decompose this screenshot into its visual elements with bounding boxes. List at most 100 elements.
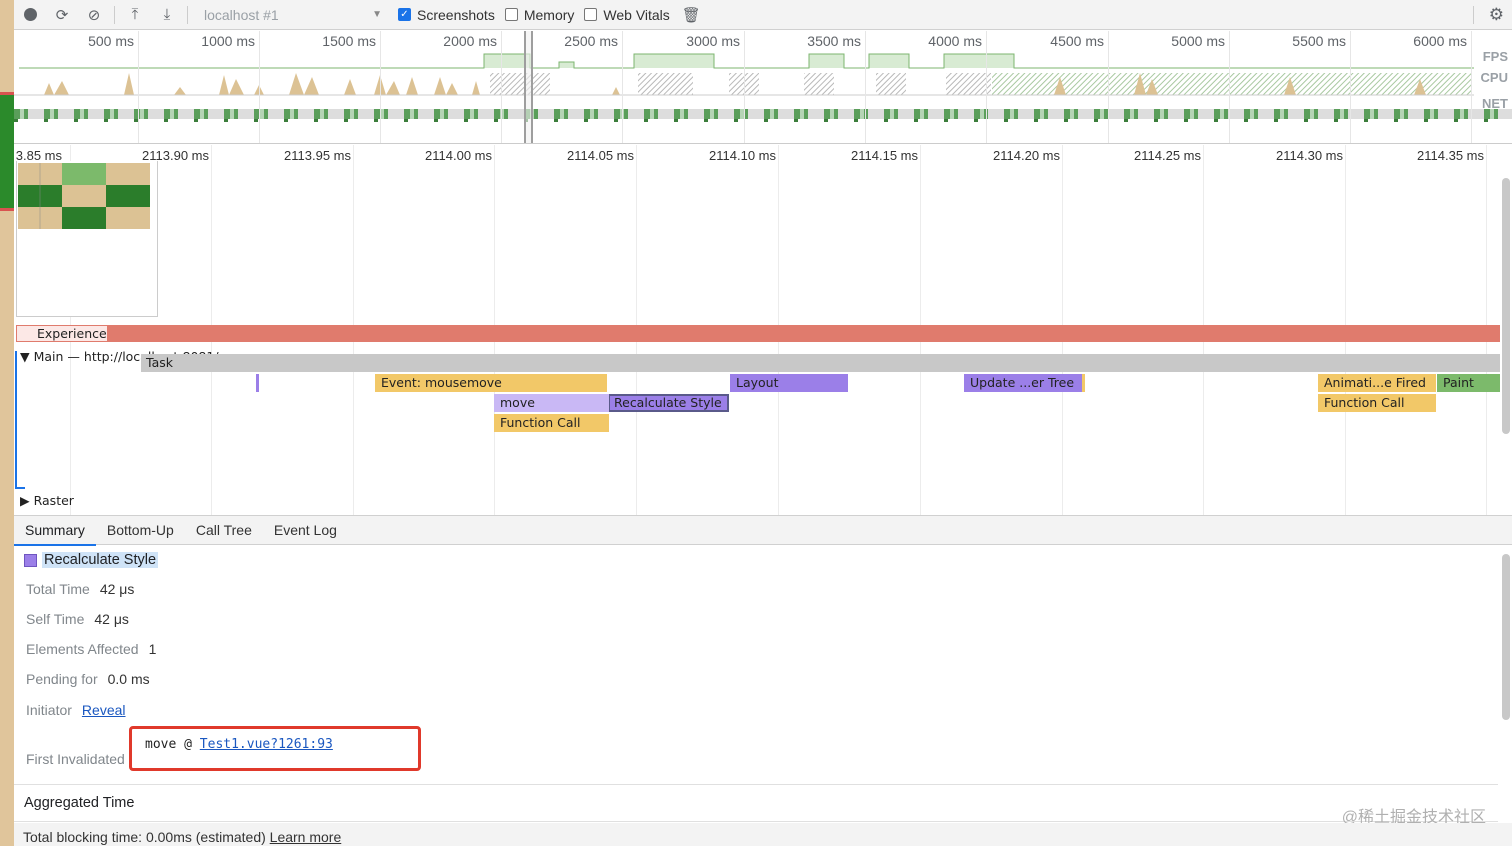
event-recalculate-style[interactable]: Recalculate Style [608, 394, 729, 412]
download-icon: ⤓ [163, 6, 171, 23]
self-time-row: Self Time 42 μs [26, 611, 129, 627]
first-invalidated-row: First Invalidated [26, 751, 135, 767]
overview-gridline [622, 31, 623, 143]
overview-tick-label: 1000 ms [201, 33, 255, 49]
clear-icon: ⊘ [87, 6, 101, 24]
event-move[interactable]: move [494, 394, 609, 412]
pending-for-row: Pending for 0.0 ms [26, 671, 150, 687]
flame-tick-label: 2113.90 ms [142, 148, 209, 163]
flame-chart[interactable]: Experience ▼ Main — http://localhost:808… [14, 145, 1500, 515]
web-vitals-checkbox[interactable]: Web Vitals [584, 7, 670, 23]
checkbox-icon [584, 8, 598, 21]
reload-button[interactable]: ⟳ [46, 0, 78, 30]
event-title: Recalculate Style [24, 552, 159, 568]
flame-tick-label: 2114.35 ms [1417, 148, 1484, 163]
event-animation-frame-fired[interactable]: Animati...e Fired [1318, 374, 1436, 392]
cpu-label: CPU [1480, 70, 1508, 85]
overview-gridline [380, 31, 381, 143]
overview-tick-label: 2500 ms [564, 33, 618, 49]
event-paint[interactable]: Paint [1437, 374, 1500, 392]
elements-affected-row: Elements Affected 1 [26, 641, 156, 657]
aggregated-time-section: Aggregated Time @稀土掘金技术社区 [14, 784, 1498, 826]
flame-tick-label: 2114.20 ms [993, 148, 1060, 163]
event-function-call[interactable]: Function Call [1318, 394, 1436, 412]
main-track-bracket [15, 351, 25, 489]
record-icon [23, 8, 37, 21]
overview-tick-label: 1500 ms [322, 33, 376, 49]
target-select-value: localhost #1 [204, 6, 279, 23]
overview-tick-label: 3500 ms [807, 33, 861, 49]
overview-gridline [1229, 31, 1230, 143]
separator [114, 5, 115, 24]
flame-scrollbar[interactable] [1502, 178, 1510, 434]
target-select[interactable]: localhost #1 ▼ [198, 4, 388, 26]
load-profile-button[interactable]: ⤒ [119, 0, 151, 30]
event-title-text: Recalculate Style [42, 552, 159, 568]
flame-tick-label: 2114.15 ms [851, 148, 918, 163]
learn-more-link[interactable]: Learn more [270, 829, 342, 845]
chevron-down-icon: ▼ [372, 9, 382, 20]
overview-tick-label: 4500 ms [1050, 33, 1104, 49]
source-link[interactable]: Test1.vue?1261:93 [200, 737, 333, 752]
event-layout[interactable]: Layout [730, 374, 848, 392]
performance-toolbar: ⟳ ⊘ ⤒ ⤓ localhost #1 ▼ ✓ Screenshots Mem… [14, 0, 1512, 30]
memory-checkbox[interactable]: Memory [504, 6, 575, 23]
first-invalidated-label: First Invalidated [26, 751, 125, 767]
elements-affected-label: Elements Affected [26, 641, 139, 657]
trash-icon[interactable]: 🗑 [682, 6, 701, 24]
tab-call-tree[interactable]: Call Tree [185, 516, 263, 546]
details-tabs: Summary Bottom-Up Call Tree Event Log [14, 515, 1512, 546]
event-color-swatch [24, 553, 37, 567]
overview-tick-label: 5000 ms [1171, 33, 1225, 49]
event-marker[interactable] [1082, 374, 1085, 392]
net-label: NET [1482, 96, 1508, 111]
event-marker[interactable] [256, 374, 259, 392]
clear-button[interactable]: ⊘ [78, 0, 110, 30]
event-task[interactable]: Task [141, 354, 1500, 372]
screenshots-label: Screenshots [417, 6, 495, 23]
flame-tick-label: 2114.30 ms [1276, 148, 1343, 163]
record-button[interactable] [14, 0, 46, 30]
event-function-call[interactable]: Function Call [494, 414, 609, 432]
timeline-overview[interactable]: FPS CPU NET 500 ms 1000 ms 1500 ms 2000 ms 2… [14, 31, 1512, 144]
screenshots-checkbox[interactable]: ✓ Screenshots [398, 7, 495, 23]
flame-tick-label: 3.85 ms [15, 148, 62, 163]
initiator-label: Initiator [26, 702, 72, 718]
raster-label: Raster [33, 493, 74, 508]
left-gutter [0, 0, 14, 846]
flame-tick-label: 2114.05 ms [567, 148, 634, 163]
reveal-link[interactable]: Reveal [82, 702, 126, 718]
net-track [14, 119, 1512, 122]
experience-track [16, 325, 1500, 342]
tab-summary[interactable]: Summary [14, 516, 96, 546]
gutter-marker [0, 95, 14, 208]
fps-label: FPS [1482, 49, 1508, 64]
memory-label: Memory [523, 6, 575, 23]
chevron-right-icon: ▶ [20, 493, 30, 508]
gutter-marker [0, 208, 14, 211]
event-mousemove[interactable]: Event: mousemove [375, 374, 607, 392]
gear-icon[interactable]: ⚙ [1489, 5, 1504, 25]
total-time-label: Total Time [26, 581, 90, 597]
overview-gridline [259, 31, 260, 143]
separator [187, 5, 188, 24]
tab-bottom-up[interactable]: Bottom-Up [96, 516, 185, 546]
chevron-down-icon: ▼ [20, 349, 30, 364]
tab-event-log[interactable]: Event Log [263, 516, 348, 546]
pending-for-value: 0.0 ms [107, 671, 150, 687]
flame-tick-label: 2114.25 ms [1134, 148, 1201, 163]
raster-track-header[interactable]: ▶ Raster [20, 493, 74, 508]
overview-tick-label: 3000 ms [686, 33, 740, 49]
checkbox-checked-icon: ✓ [398, 8, 411, 21]
invalidating-function: move @ [145, 737, 200, 752]
save-profile-button[interactable]: ⤓ [151, 0, 183, 30]
overview-gridline [986, 31, 987, 143]
event-update-layer-tree[interactable]: Update ...er Tree [964, 374, 1084, 392]
total-blocking-time: Total blocking time: 0.00ms (estimated) [23, 829, 266, 845]
checkbox-icon [504, 8, 518, 21]
status-footer: Total blocking time: 0.00ms (estimated) … [14, 823, 1512, 846]
overview-gridline [1108, 31, 1109, 143]
self-time-label: Self Time [26, 611, 85, 627]
details-scrollbar[interactable] [1502, 554, 1510, 720]
frames-grid [18, 163, 150, 229]
